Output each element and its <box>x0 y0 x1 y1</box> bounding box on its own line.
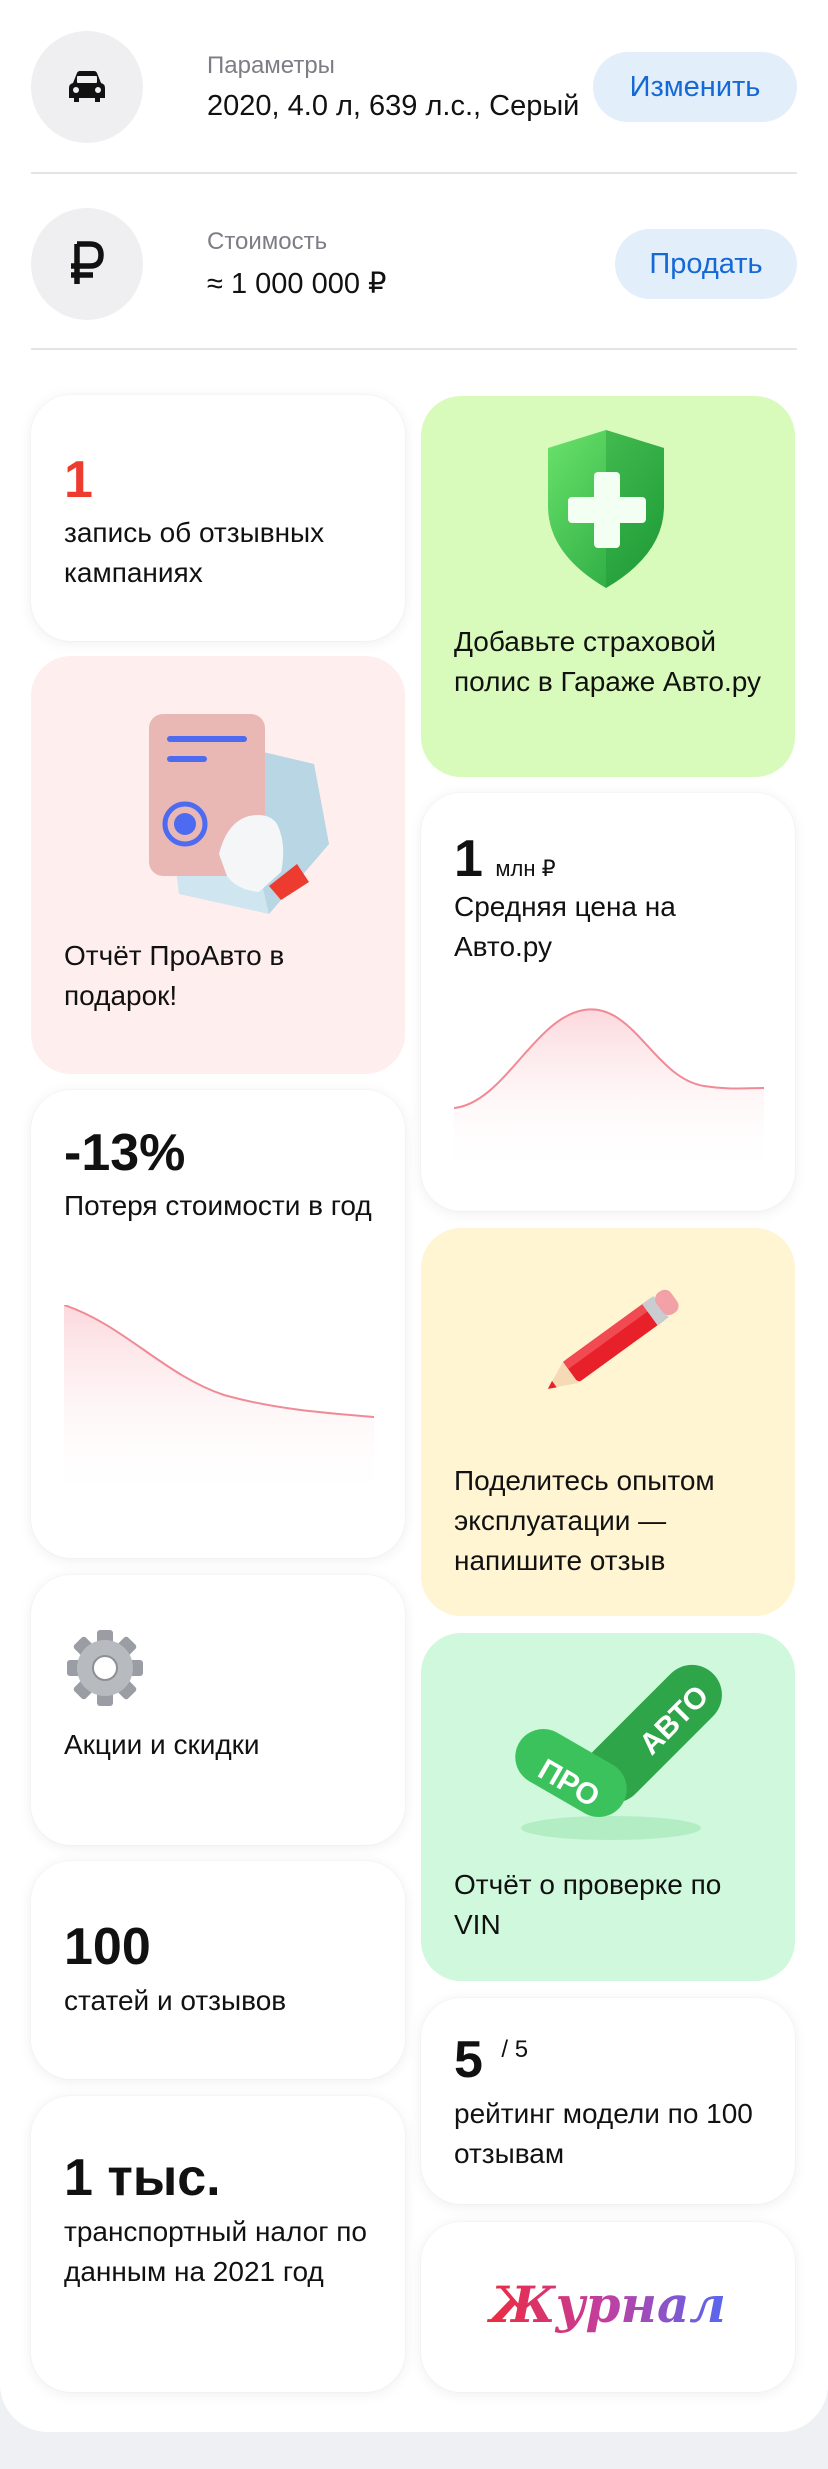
average-price-value: 1 млн ₽ <box>454 829 556 889</box>
document-hand-icon <box>149 714 329 914</box>
garage-card-sheet: Параметры 2020, 4.0 л, 639 л.с., Серый И… <box>0 0 828 2432</box>
average-price-number: 1 <box>454 830 483 888</box>
insurance-text: Добавьте страховой полис в Гараже Авто.р… <box>454 626 761 697</box>
proauto-badge-icon: АВТО ПРО <box>515 1664 722 1840</box>
model-rating-card[interactable]: 5 / 5 рейтинг модели по 100 отзывам <box>421 1998 795 2204</box>
params-label: Параметры <box>207 51 335 79</box>
change-button[interactable]: Изменить <box>593 52 797 122</box>
promotions-text: Акции и скидки <box>64 1729 260 1760</box>
rating-value: 5 / 5 <box>454 2030 528 2090</box>
recall-count: 1 <box>64 451 93 509</box>
price-row[interactable]: Стоимость ≈ 1 000 000 ₽ Продать <box>31 208 797 320</box>
ruble-icon <box>31 208 143 320</box>
rating-number: 5 <box>454 2031 483 2089</box>
write-review-card[interactable]: Поделитесь опытом эксплуатации — напишит… <box>421 1228 795 1616</box>
journal-logo: Журнал <box>486 2275 726 2334</box>
pencil-icon <box>547 1289 679 1389</box>
value-loss-card[interactable]: -13% Потеря стоимости в год <box>31 1090 405 1558</box>
params-text: Параметры 2020, 4.0 л, 639 л.с., Серый <box>207 52 593 123</box>
recall-campaigns-card[interactable]: 1 запись об отзывных кампаниях <box>31 395 405 641</box>
divider <box>31 348 797 350</box>
promotions-card[interactable]: Акции и скидки <box>31 1575 405 1845</box>
tax-text: транспортный налог по данным на 2021 год <box>64 2216 367 2287</box>
price-value: ≈ 1 000 000 ₽ <box>207 267 387 300</box>
tax-card[interactable]: 1 тыс. транспортный налог по данным на 2… <box>31 2096 405 2392</box>
insurance-card[interactable]: Добавьте страховой полис в Гараже Авто.р… <box>421 396 795 777</box>
price-label: Стоимость <box>207 227 328 255</box>
average-price-unit: млн ₽ <box>495 856 556 881</box>
rating-scale: / 5 <box>501 2036 529 2063</box>
vin-report-text: Отчёт о проверке по VIN <box>454 1869 722 1940</box>
articles-count: 100 <box>64 1918 151 1976</box>
average-price-card[interactable]: 1 млн ₽ Средняя цена на Авто.ру <box>421 793 795 1211</box>
value-loss-percent: -13% <box>64 1124 186 1182</box>
recall-text: запись об отзывных кампаниях <box>64 517 325 588</box>
articles-text: статей и отзывов <box>64 1985 287 2016</box>
proauto-report-gift-card[interactable]: Отчёт ПроАвто в подарок! <box>31 656 405 1074</box>
params-row[interactable]: Параметры 2020, 4.0 л, 639 л.с., Серый И… <box>31 31 797 143</box>
car-icon <box>31 31 143 143</box>
report-gift-text: Отчёт ПроАвто в подарок! <box>64 940 285 1011</box>
params-value: 2020, 4.0 л, 639 л.с., Серый <box>207 89 580 122</box>
articles-card[interactable]: 100 статей и отзывов <box>31 1861 405 2079</box>
price-text: Стоимость ≈ 1 000 000 ₽ <box>207 228 615 301</box>
value-loss-text: Потеря стоимости в год <box>64 1190 372 1221</box>
gear-icon <box>67 1630 143 1706</box>
tax-amount: 1 тыс. <box>64 2149 221 2207</box>
average-price-chart <box>454 1008 764 1178</box>
value-loss-area <box>64 1305 374 1505</box>
vin-report-card[interactable]: АВТО ПРО Отчёт о проверке по VIN <box>421 1633 795 1981</box>
shield-plus-icon <box>548 430 664 588</box>
average-price-text: Средняя цена на Авто.ру <box>454 891 676 962</box>
write-review-text: Поделитесь опытом эксплуатации — напишит… <box>454 1465 715 1576</box>
rating-text: рейтинг модели по 100 отзывам <box>454 2098 753 2169</box>
journal-logo-text: Журнал <box>486 2275 726 2334</box>
value-loss-chart <box>64 1305 374 1505</box>
divider <box>31 172 797 174</box>
average-price-area <box>454 1009 764 1178</box>
journal-card[interactable]: Журнал <box>421 2222 795 2392</box>
sell-button[interactable]: Продать <box>615 229 797 299</box>
